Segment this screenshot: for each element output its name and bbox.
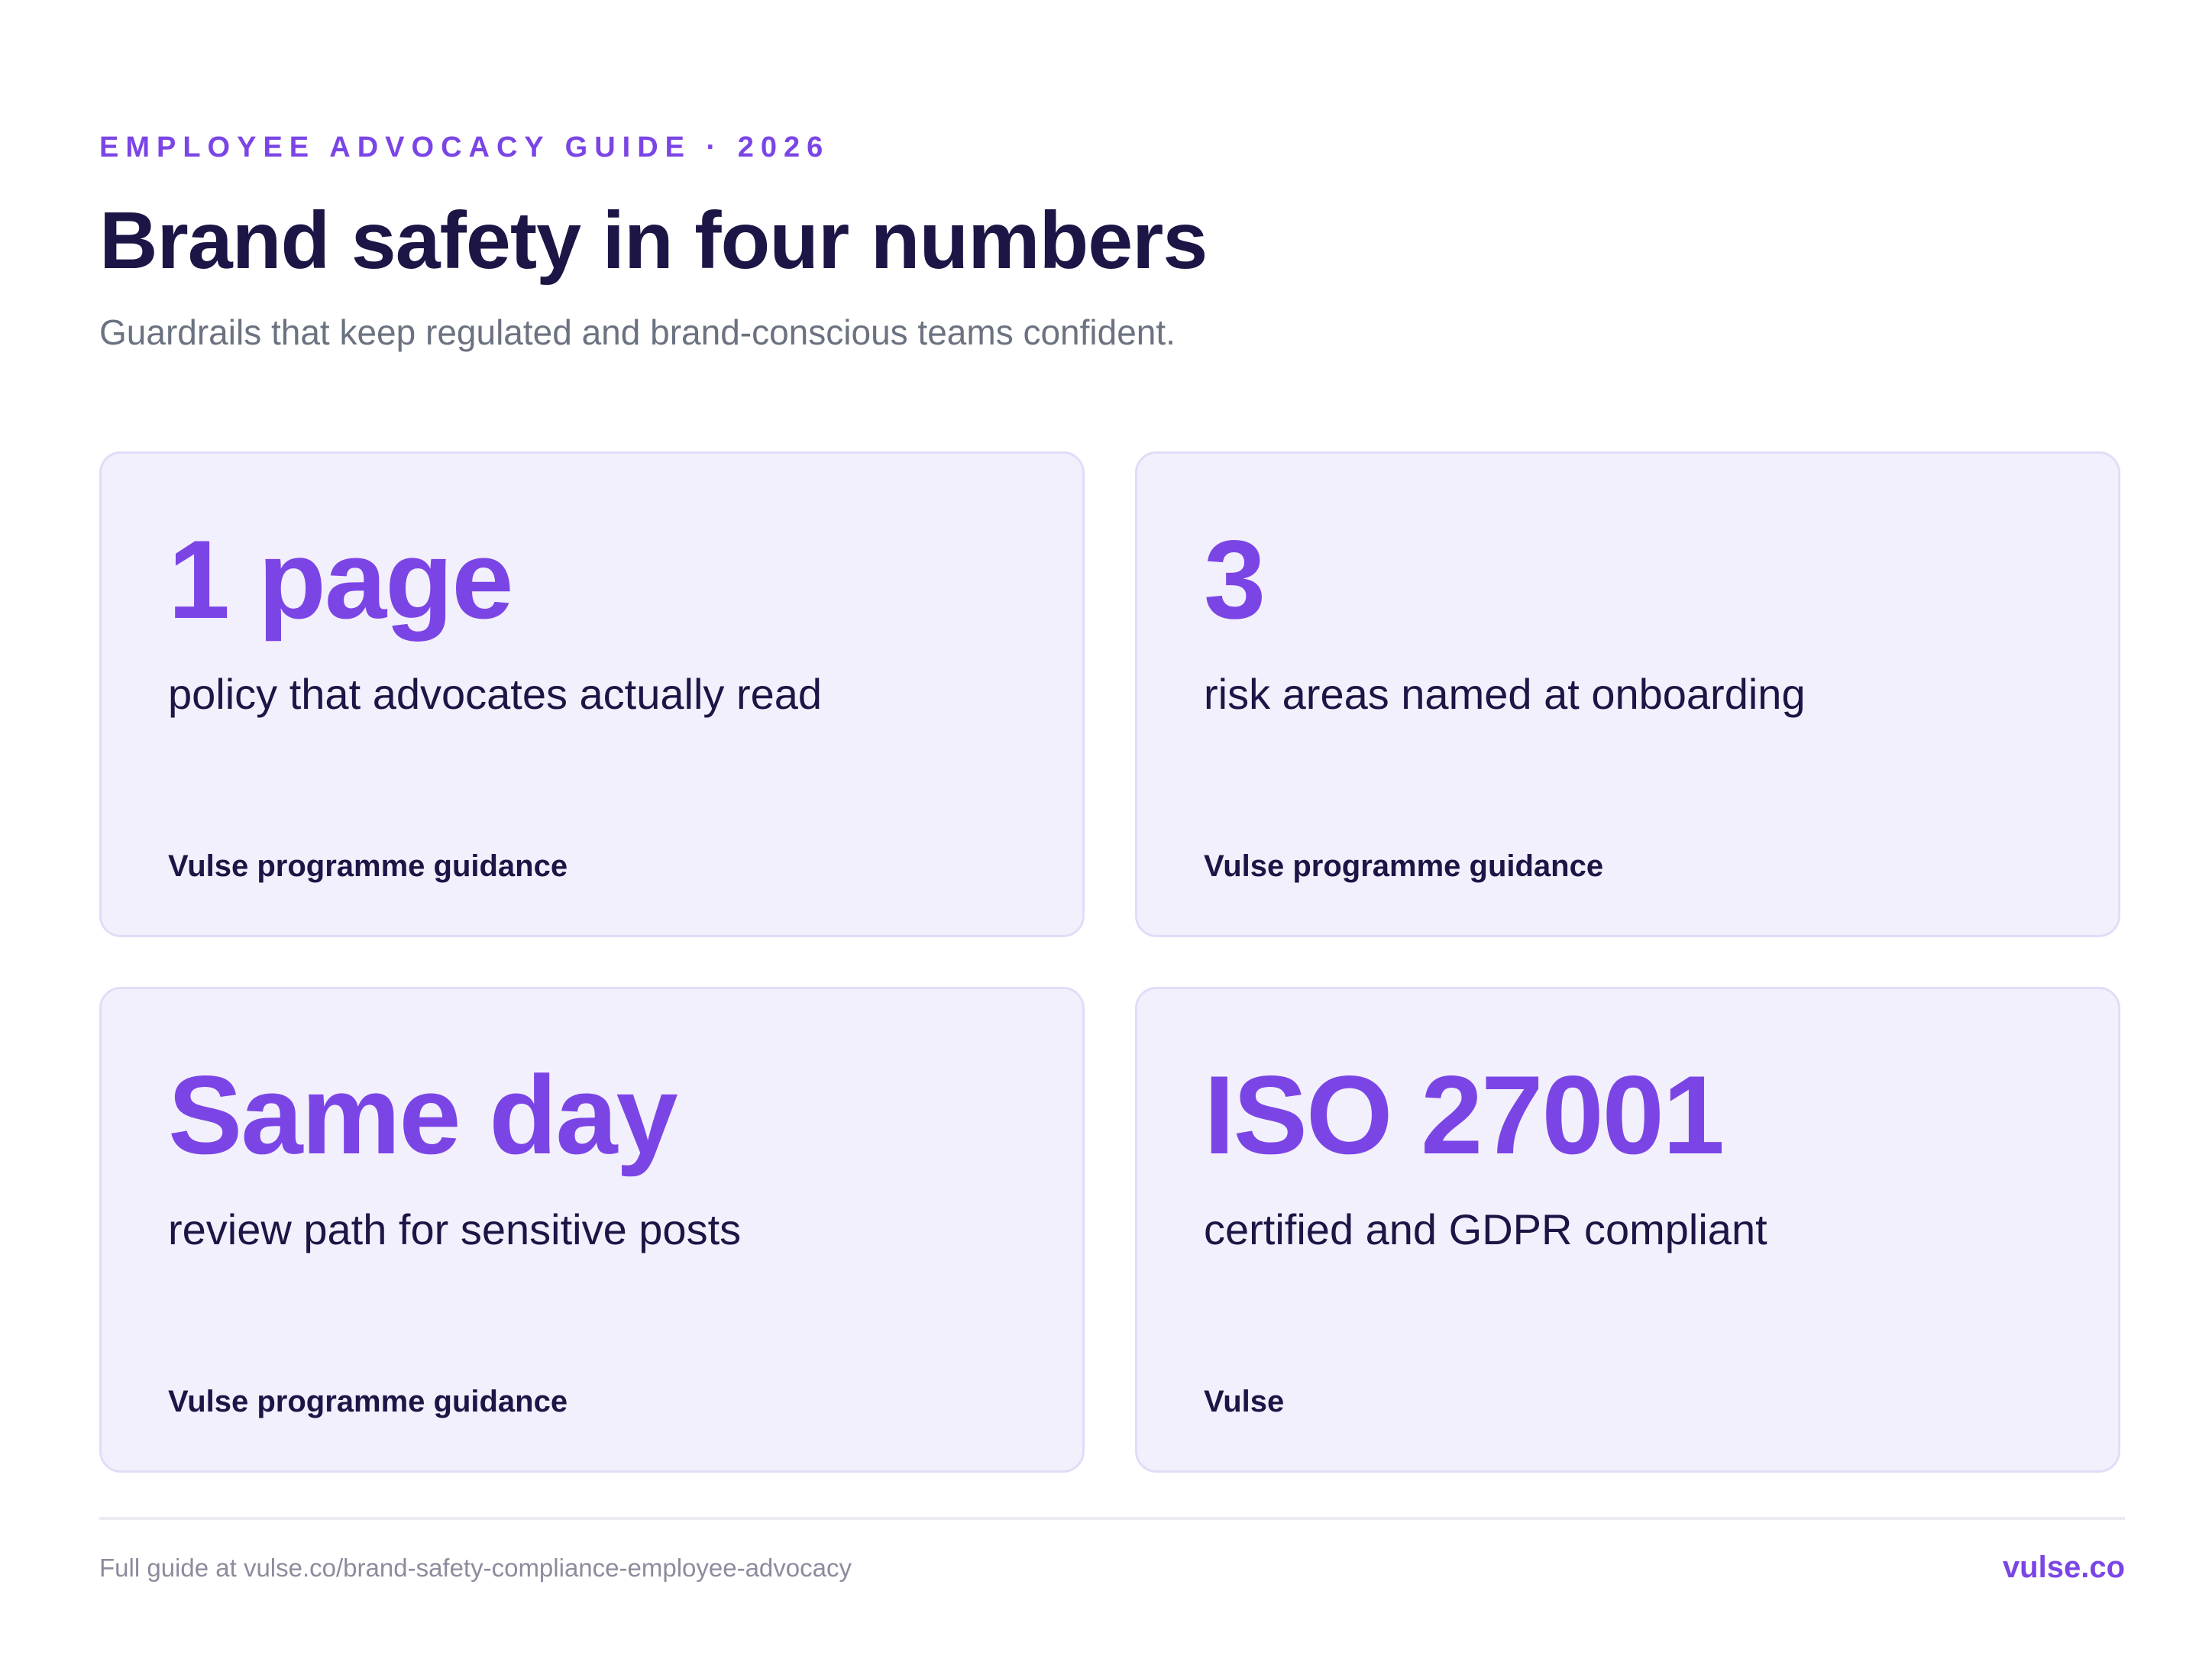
stat-card-policy: 1 page policy that advocates actually re… [99, 451, 1085, 937]
stat-card-certification: ISO 27001 certified and GDPR compliant V… [1135, 987, 2120, 1473]
stat-source: Vulse [1204, 1385, 1285, 1418]
stat-value: ISO 27001 [1204, 1053, 1725, 1177]
stat-source: Vulse programme guidance [168, 849, 568, 883]
page-title: Brand safety in four numbers [99, 196, 1208, 286]
stat-description: risk areas named at onboarding [1204, 670, 1806, 718]
guide-page: EMPLOYEE ADVOCACY GUIDE · 2026 Brand saf… [99, 0, 2125, 1659]
brand-link[interactable]: vulse.co [2003, 1551, 2125, 1585]
page-subtitle: Guardrails that keep regulated and brand… [99, 312, 1176, 352]
stat-source: Vulse programme guidance [168, 1385, 568, 1418]
stat-card-risk-areas: 3 risk areas named at onboarding Vulse p… [1135, 451, 2120, 937]
stat-value: 3 [1204, 517, 1266, 642]
stat-card-review-path: Same day review path for sensitive posts… [99, 987, 1085, 1473]
stat-value: 1 page [168, 517, 514, 642]
stat-description: review path for sensitive posts [168, 1205, 742, 1253]
footer-divider [99, 1517, 2125, 1520]
stat-description: certified and GDPR compliant [1204, 1205, 1767, 1253]
stat-description: policy that advocates actually read [168, 670, 823, 718]
stat-value: Same day [168, 1053, 678, 1177]
full-guide-link[interactable]: Full guide at vulse.co/brand-safety-comp… [99, 1554, 852, 1583]
stat-source: Vulse programme guidance [1204, 849, 1604, 883]
eyebrow-label: EMPLOYEE ADVOCACY GUIDE · 2026 [99, 131, 830, 163]
